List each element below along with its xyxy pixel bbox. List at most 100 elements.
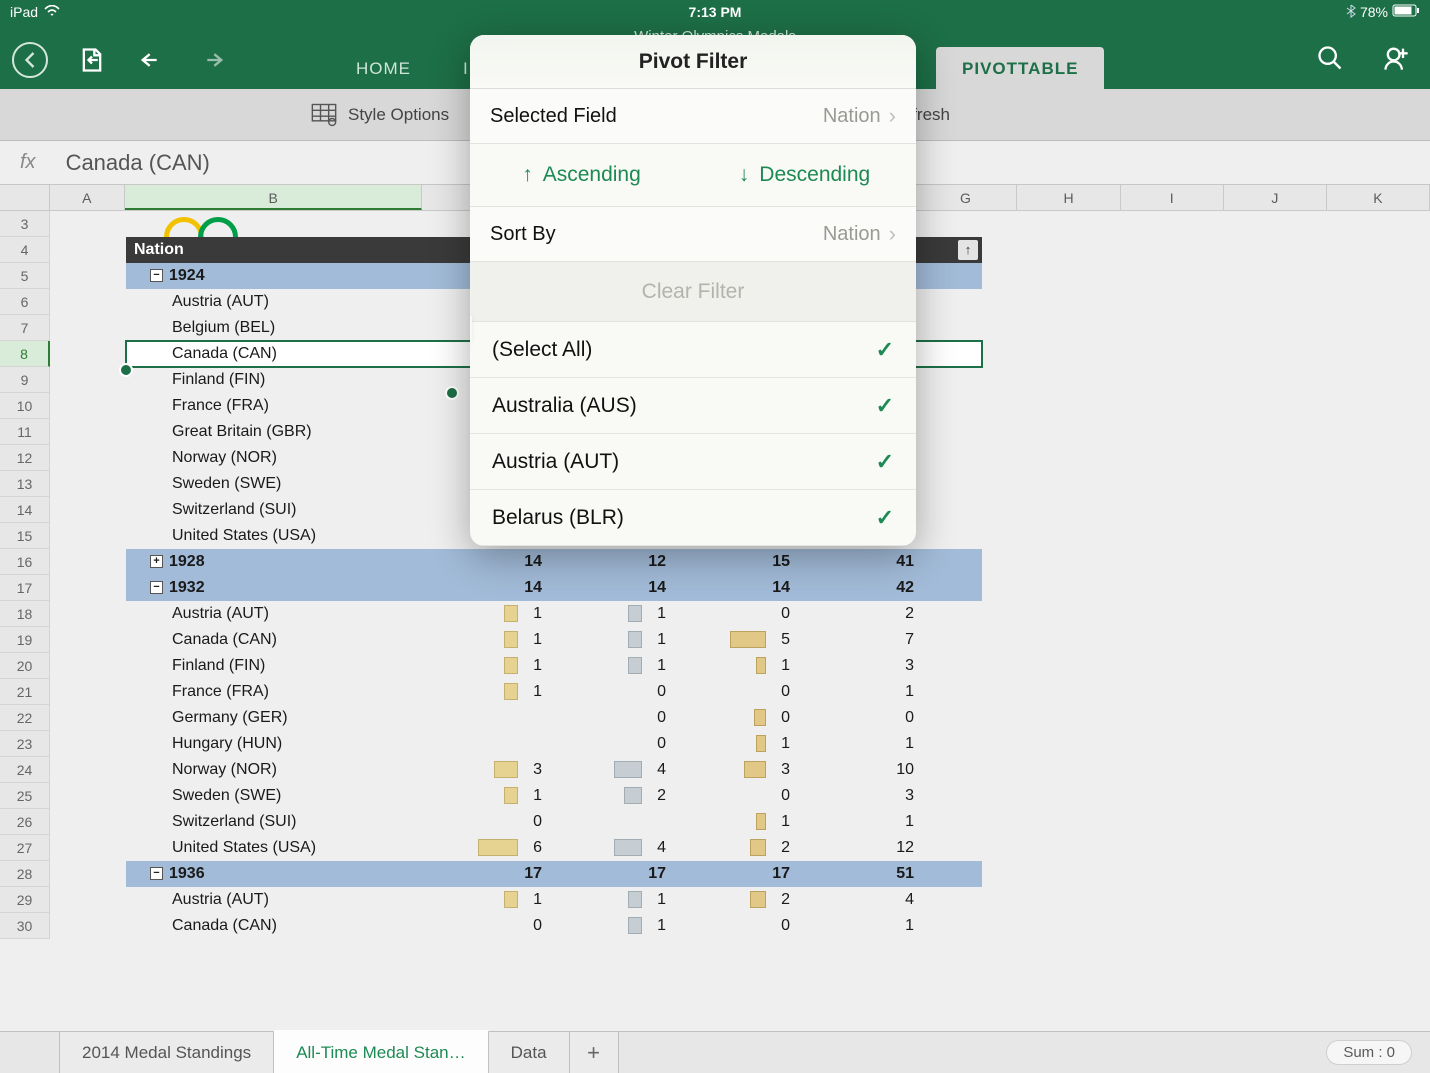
row-header[interactable]: 16 (0, 549, 50, 575)
sort-by-value: Nation (823, 223, 881, 246)
row-header[interactable]: 28 (0, 861, 50, 887)
clock: 7:13 PM (689, 4, 742, 20)
sheet-tab-bar: 2014 Medal StandingsAll-Time Medal Stan…… (0, 1031, 1430, 1073)
filter-item[interactable]: (Select All)✓ (470, 322, 916, 378)
filter-item[interactable]: Belarus (BLR)✓ (470, 490, 916, 546)
row-header[interactable]: 14 (0, 497, 50, 523)
col-header-G[interactable]: G (914, 185, 1017, 210)
value: 1 (533, 787, 542, 805)
undo-icon[interactable] (136, 44, 168, 76)
filter-item-label: Australia (AUS) (492, 394, 637, 418)
row-header[interactable]: 20 (0, 653, 50, 679)
filter-item[interactable]: Austria (AUT)✓ (470, 434, 916, 490)
total-value: 0 (905, 709, 914, 727)
total-value: 1 (905, 683, 914, 701)
col-header-J[interactable]: J (1224, 185, 1327, 210)
pivot-nation-row[interactable]: Austria (AUT)1102 (126, 601, 982, 627)
data-bar (744, 761, 766, 778)
total-value: 1 (905, 735, 914, 753)
file-icon[interactable] (76, 44, 108, 76)
data-bar (504, 657, 518, 674)
pivot-nation-row[interactable]: Hungary (HUN)011 (126, 731, 982, 757)
row-header[interactable]: 4 (0, 237, 50, 263)
row-header[interactable]: 8 (0, 341, 50, 367)
expand-icon[interactable]: − (150, 867, 163, 880)
ribbon-tab-pivottable[interactable]: PIVOTTABLE (936, 47, 1104, 89)
row-header[interactable]: 22 (0, 705, 50, 731)
pivot-nation-row[interactable]: Canada (CAN)1157 (126, 627, 982, 653)
selection-handle-top[interactable] (119, 363, 133, 377)
row-header[interactable]: 17 (0, 575, 50, 601)
pivot-nation-row[interactable]: Sweden (SWE)1203 (126, 783, 982, 809)
row-header[interactable]: 6 (0, 289, 50, 315)
row-header[interactable]: 7 (0, 315, 50, 341)
row-header[interactable]: 12 (0, 445, 50, 471)
add-sheet-button[interactable]: + (569, 1032, 619, 1073)
row-header[interactable]: 27 (0, 835, 50, 861)
value: 1 (533, 657, 542, 675)
clear-filter-button[interactable]: Clear Filter (470, 262, 916, 322)
back-button[interactable] (12, 42, 48, 78)
col-header-I[interactable]: I (1121, 185, 1224, 210)
col-header-K[interactable]: K (1327, 185, 1430, 210)
olympic-rings (170, 211, 238, 237)
expand-icon[interactable]: − (150, 269, 163, 282)
row-header[interactable]: 25 (0, 783, 50, 809)
data-bar (494, 761, 518, 778)
sheet-tab[interactable]: Data (488, 1032, 570, 1073)
check-icon: ✓ (876, 449, 894, 475)
selected-field-row[interactable]: Selected Field Nation› (470, 89, 916, 144)
sort-by-row[interactable]: Sort By Nation› (470, 207, 916, 262)
row-header[interactable]: 10 (0, 393, 50, 419)
col-header-H[interactable]: H (1017, 185, 1120, 210)
pivot-year-row[interactable]: −193617171751 (126, 861, 982, 887)
row-header[interactable]: 19 (0, 627, 50, 653)
pivot-nation-row[interactable]: Finland (FIN)1113 (126, 653, 982, 679)
pivot-nation-row[interactable]: Switzerland (SUI)011 (126, 809, 982, 835)
row-header[interactable]: 9 (0, 367, 50, 393)
filter-item[interactable]: Australia (AUS)✓ (470, 378, 916, 434)
row-header[interactable]: 29 (0, 887, 50, 913)
pivot-year-row[interactable]: +192814121541 (126, 549, 982, 575)
row-header[interactable]: 3 (0, 211, 50, 237)
data-bar (614, 761, 642, 778)
row-header[interactable]: 5 (0, 263, 50, 289)
value: 12 (648, 553, 666, 571)
pivot-nation-row[interactable]: Austria (AUT)1124 (126, 887, 982, 913)
sheet-tab[interactable]: All-Time Medal Stan… (273, 1030, 488, 1073)
pivot-filter-popover: Pivot Filter Selected Field Nation› ↑ As… (470, 35, 916, 546)
sum-pill[interactable]: Sum : 0 (1326, 1040, 1412, 1065)
sheet-tab[interactable]: 2014 Medal Standings (59, 1032, 274, 1073)
value: 0 (657, 709, 666, 727)
row-header[interactable]: 23 (0, 731, 50, 757)
pivot-nation-row[interactable]: Germany (GER)000 (126, 705, 982, 731)
expand-icon[interactable]: + (150, 555, 163, 568)
style-options-button[interactable]: Style Options (310, 101, 449, 129)
data-bar (754, 709, 766, 726)
row-header[interactable]: 26 (0, 809, 50, 835)
search-icon[interactable] (1314, 42, 1346, 74)
value: 0 (657, 683, 666, 701)
share-icon[interactable] (1380, 42, 1412, 74)
expand-icon[interactable]: − (150, 581, 163, 594)
sort-descending[interactable]: ↓ Descending (693, 144, 916, 206)
pivot-year-row[interactable]: −193214141442 (126, 575, 982, 601)
selection-handle-bottom[interactable] (445, 386, 459, 400)
ribbon-tab-home[interactable]: HOME (330, 47, 437, 89)
redo-icon[interactable] (196, 44, 228, 76)
row-header[interactable]: 18 (0, 601, 50, 627)
pivot-nation-row[interactable]: United States (USA)64212 (126, 835, 982, 861)
pivot-nation-row[interactable]: France (FRA)1001 (126, 679, 982, 705)
row-header[interactable]: 30 (0, 913, 50, 939)
col-header-A[interactable]: A (50, 185, 125, 210)
row-header[interactable]: 24 (0, 757, 50, 783)
row-header[interactable]: 11 (0, 419, 50, 445)
col-header-B[interactable]: B (125, 185, 422, 210)
row-header[interactable]: 21 (0, 679, 50, 705)
row-header[interactable]: 13 (0, 471, 50, 497)
pivot-nation-row[interactable]: Norway (NOR)34310 (126, 757, 982, 783)
sort-icon[interactable]: ↑ (958, 240, 978, 260)
pivot-nation-row[interactable]: Canada (CAN)0101 (126, 913, 982, 939)
row-header[interactable]: 15 (0, 523, 50, 549)
sort-ascending[interactable]: ↑ Ascending (470, 144, 693, 206)
